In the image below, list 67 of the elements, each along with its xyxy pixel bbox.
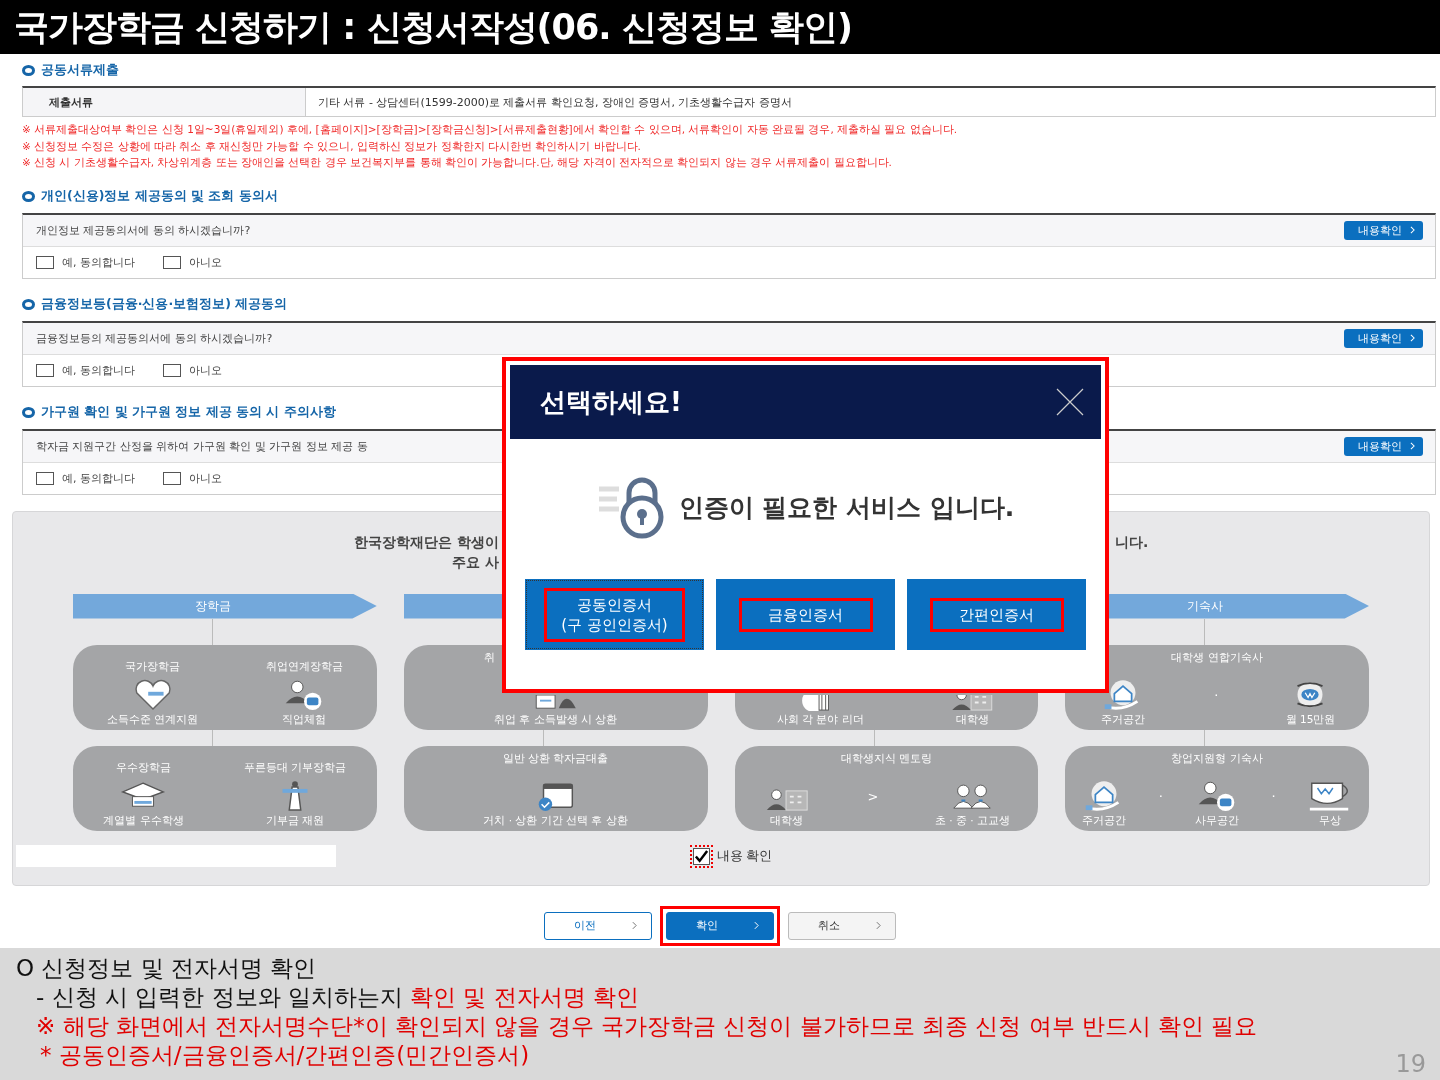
- card-title: 대학생 연합기숙사: [1171, 650, 1263, 665]
- slide-note: * 공동인증서/금융인증서/간편인증(민간인증서): [39, 1041, 530, 1070]
- item-caption: 기부금 재원: [266, 813, 325, 828]
- slide-note: - 신청 시 입력한 정보와 일치하는지 확인 및 전자서명 확인: [35, 983, 640, 1012]
- panel-subheading: 주요 사: [452, 553, 499, 572]
- checkbox-label: 예, 동의합니다: [62, 362, 135, 378]
- item-caption: 직업체험: [282, 712, 327, 727]
- checkbox-label: 아니오: [189, 254, 222, 270]
- separator: ·: [1271, 789, 1276, 804]
- separator: ·: [1158, 789, 1163, 804]
- card-title: 대학생지식 멘토링: [840, 751, 933, 766]
- item-caption: 주거공간: [1082, 813, 1127, 828]
- certificate-button[interactable]: 공동인증서 (구 공인인증서): [525, 579, 704, 650]
- consent-question: 개인정보 제공동의서에 동의 하시겠습니까?: [36, 222, 251, 238]
- checkbox-label: 예, 동의합니다: [62, 254, 135, 270]
- table-cell-text: 기타 서류 - 상담센터(1599-2000)로 제출서류 확인요청, 장애인 증명서, 기초생활수급자 증명서: [317, 94, 792, 111]
- item-title: 우수장학금: [115, 760, 171, 775]
- item-caption: 거치 · 상환 기간 선택 후 상환: [483, 813, 628, 828]
- item-caption: 초 · 중 · 고교생: [934, 813, 1010, 828]
- dialog-message: 인증이 필요한 서비스 입니다.: [678, 491, 1015, 524]
- slide-note: ※ 해당 화면에서 전자서명수단*이 확인되지 않을 경우 국가장학금 신청이 불가하므로 최종 신청 여부 반드시 확인 필요: [35, 1012, 1258, 1041]
- panel-heading: 니다.: [1115, 533, 1149, 550]
- section-title: 가구원 확인 및 가구원 정보 제공 동의 시 주의사항: [41, 404, 336, 421]
- nav-button[interactable]: 확인: [666, 911, 774, 940]
- consent-question: 금융정보등의 제공동의서에 동의 하시겠습니까?: [36, 330, 273, 346]
- view-content-button[interactable]: 내용확인: [1344, 436, 1423, 456]
- item-title: 취업연계장학금: [265, 659, 343, 674]
- certificate-button[interactable]: 금융인증서: [716, 579, 895, 650]
- card-title: 창업지원형 기숙사: [1171, 751, 1263, 766]
- checkbox-label: 내용 확인: [716, 847, 773, 865]
- separator: ·: [1214, 688, 1219, 703]
- card-title: 일반 상환 학자금대출: [502, 751, 609, 766]
- slide-note: O 신청정보 및 전자서명 확인: [16, 954, 317, 983]
- panel-heading: 한국장학재단은 학생이: [354, 533, 499, 552]
- item-caption: 대학생: [955, 712, 989, 727]
- view-content-button[interactable]: 내용확인: [1344, 328, 1423, 348]
- separator: >: [867, 789, 879, 804]
- slide-title: 국가장학금 신청하기 : 신청서작성(06. 신청정보 확인): [14, 5, 852, 49]
- checkbox-label: 예, 동의합니다: [62, 470, 135, 486]
- card-title: 취: [482, 650, 495, 665]
- section-title: 금융정보등(금융·신용·보험정보) 제공동의: [41, 296, 288, 313]
- table-header-cell: 제출서류: [23, 88, 306, 116]
- item-caption: 주거공간: [1100, 712, 1145, 727]
- item-caption: 월 15만원: [1285, 712, 1336, 727]
- item-caption: 취업 후 소득발생 시 상환: [493, 712, 618, 727]
- item-title: 푸른등대 기부장학금: [244, 760, 347, 775]
- warning-note: ※ 서류제출대상여부 확인은 신청 1일~3일(휴일제외) 후에, [홈페이지]>[장학금]>[장학금신청]>[서류제출현황]에서 확인할 수 있으며, 서류확인이 자동 완료될 경우, 제출하실 필요 없습니다.: [22, 122, 959, 137]
- dialog-title: 선택하세요!: [540, 385, 682, 419]
- nav-button[interactable]: 이전: [544, 911, 652, 940]
- item-caption: 사회 각 분야 리더: [776, 712, 864, 727]
- nav-button[interactable]: 취소: [788, 911, 896, 940]
- view-content-button[interactable]: 내용확인: [1344, 220, 1423, 240]
- warning-note: ※ 신청 시 기초생활수급자, 차상위계층 또는 장애인을 선택한 경우 보건복지부를 통해 확인이 가능합니다.단, 해당 자격이 전자적으로 확인되지 않는 경우 서류제출이 필요합니다.: [22, 155, 893, 170]
- item-caption: 계열별 우수학생: [103, 813, 184, 828]
- item-caption: 무상: [1318, 813, 1341, 828]
- checkbox-label: 아니오: [189, 362, 222, 378]
- consent-question: 학자금 지원구간 산정을 위하여 가구원 확인 및 가구원 정보 제공 동: [36, 438, 368, 454]
- certificate-button[interactable]: 간편인증서: [907, 579, 1086, 650]
- item-caption: 소득수준 연계지원: [106, 712, 199, 727]
- page-number: 19: [1395, 1050, 1426, 1078]
- item-title: 국가장학금: [125, 659, 180, 674]
- item-caption: 사무공간: [1195, 813, 1240, 828]
- section-title: 공동서류제출: [41, 61, 119, 79]
- section-title: 개인(신용)정보 제공동의 및 조회 동의서: [41, 188, 278, 205]
- warning-note: ※ 신청정보 수정은 상황에 따라 취소 후 재신청만 가능할 수 있으니, 입력하신 정보가 정확한지 다시한번 확인하시기 바랍니다.: [22, 138, 642, 154]
- checkbox-label: 아니오: [189, 470, 222, 486]
- item-caption: 대학생: [770, 813, 804, 828]
